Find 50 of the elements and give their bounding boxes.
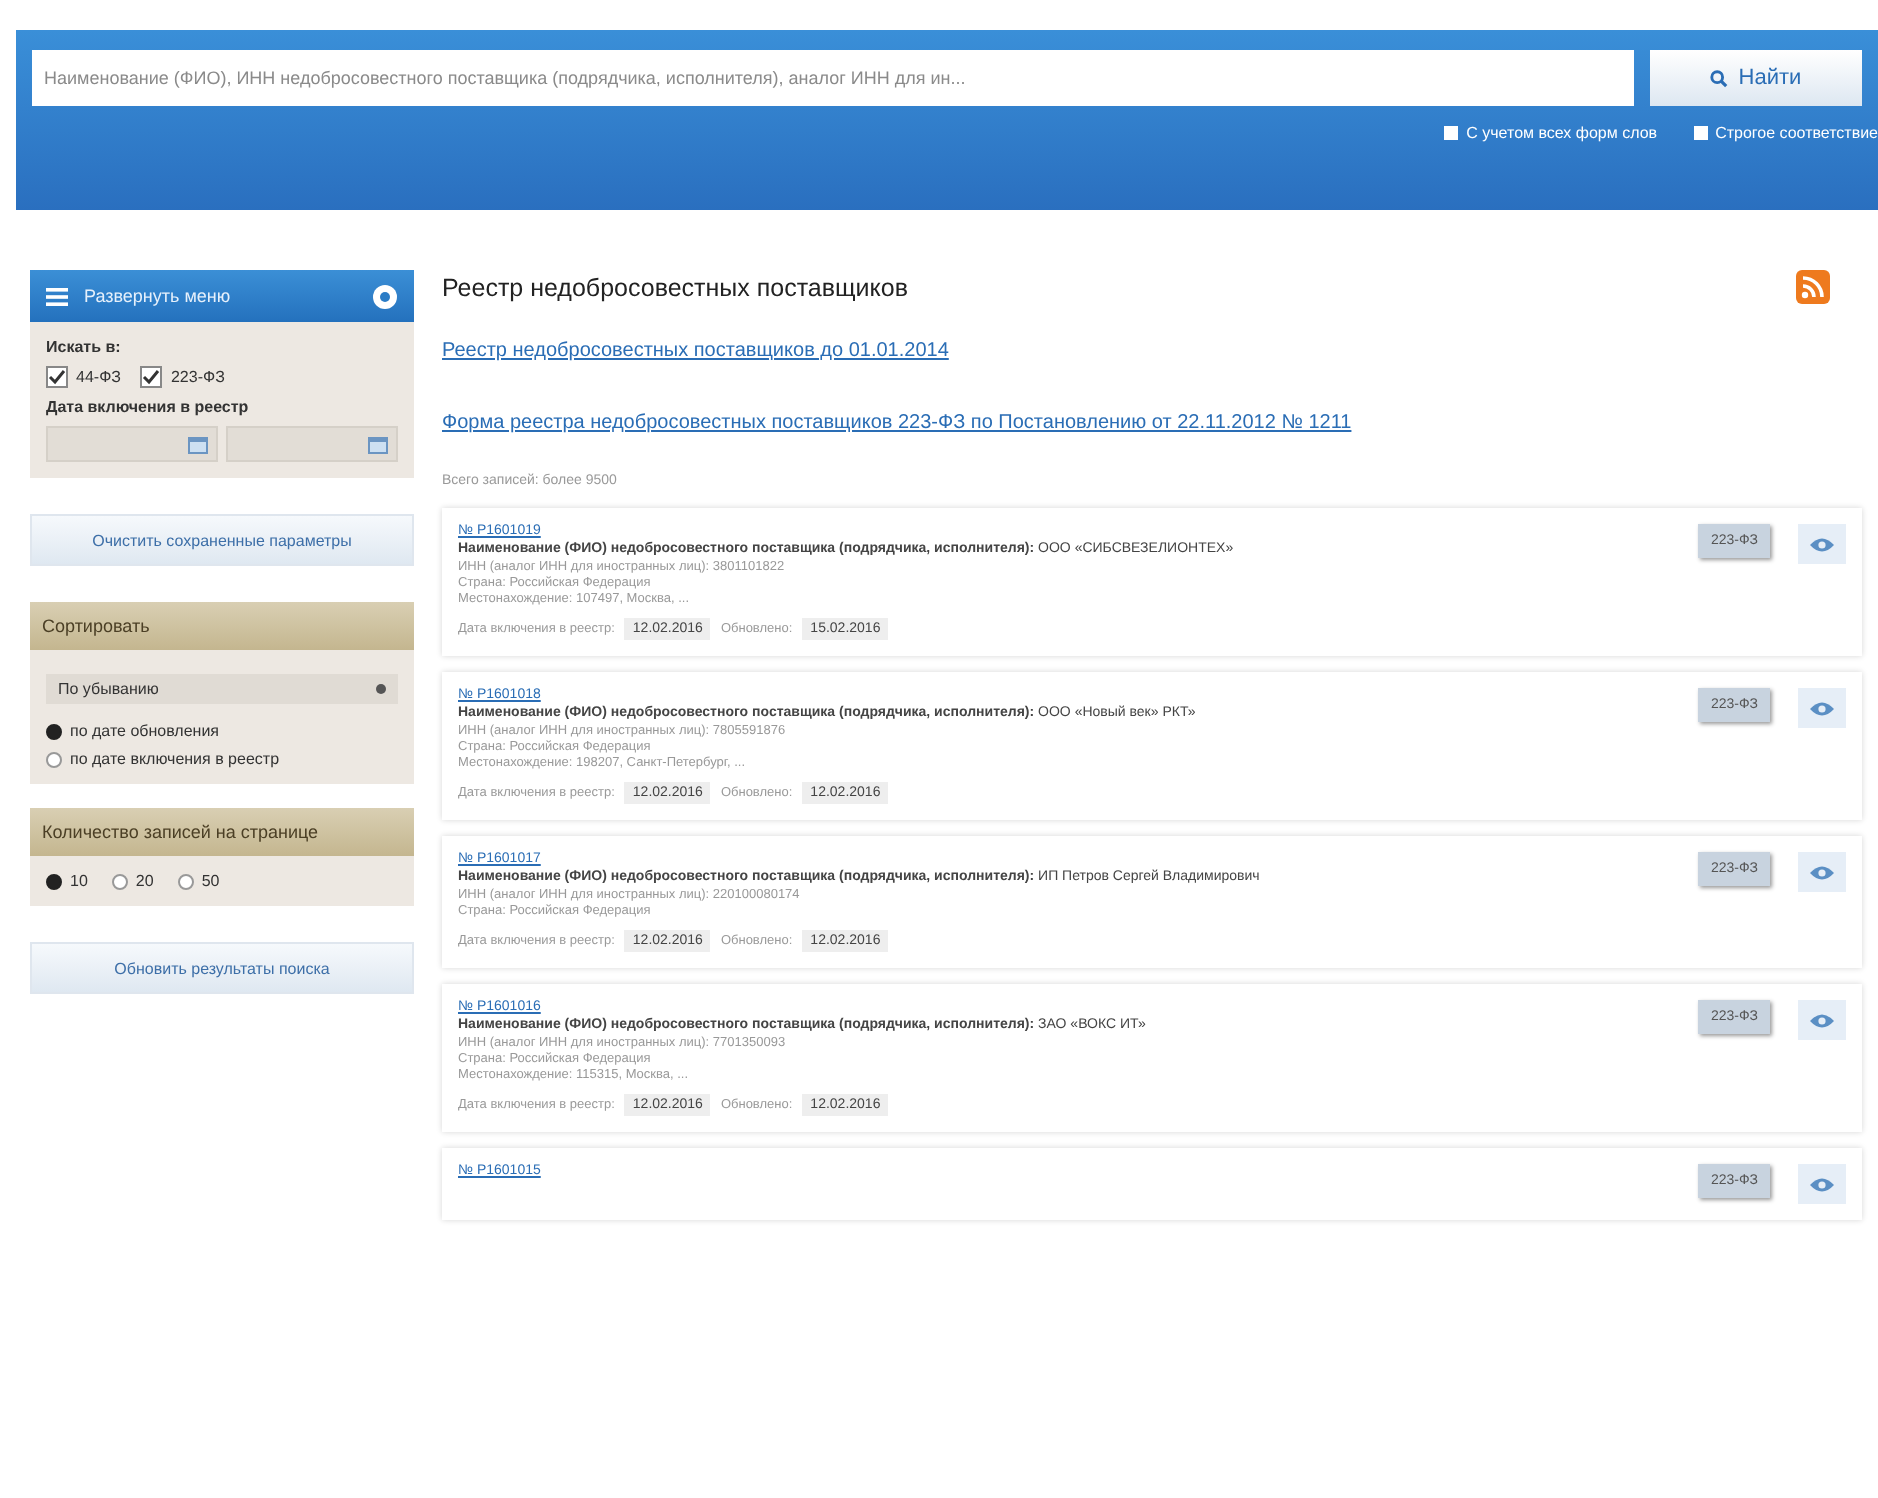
radio-button[interactable] — [111, 873, 128, 889]
search-field[interactable]: Наименование (ФИО), ИНН недобросовестного поставщика (подрядчика, исполнителя), аналог ИНН для ин... — [32, 50, 1634, 106]
search-in-label: Искать в: — [46, 338, 123, 356]
date-field[interactable] — [226, 426, 398, 462]
expand-menu-button[interactable]: Развернуть меню — [30, 270, 414, 322]
search-icon — [1710, 69, 1729, 87]
checkbox[interactable] — [46, 366, 68, 388]
eye-icon — [1808, 699, 1836, 718]
rss-icon[interactable] — [1796, 270, 1830, 304]
circle-icon — [372, 283, 398, 309]
radio-button[interactable] — [46, 751, 62, 767]
eye-icon — [1808, 863, 1836, 882]
view-button[interactable] — [1798, 524, 1846, 564]
section-header: Количество записей на странице — [30, 808, 414, 856]
calendar-icon — [368, 435, 388, 453]
checkbox[interactable] — [1444, 126, 1459, 140]
radio-button[interactable] — [46, 723, 62, 739]
registry-link[interactable]: Реестр недобросовестных поставщиков до 01.01.2014 — [442, 340, 1862, 362]
search-button[interactable]: Найти — [1650, 50, 1862, 106]
page-title: Реестр недобросовестных поставщиков — [442, 273, 908, 301]
calendar-icon — [188, 435, 208, 453]
checkbox-label: 44-ФЗ — [76, 368, 121, 386]
eye-icon — [1808, 1175, 1836, 1194]
checkbox-label: С учетом всех форм слов — [1466, 124, 1658, 142]
eye-icon — [1808, 1011, 1836, 1030]
checkbox-label: 223-ФЗ — [170, 368, 225, 386]
eye-icon — [1808, 535, 1836, 553]
radio-label: 10 — [70, 872, 88, 890]
checkbox[interactable] — [140, 366, 163, 388]
view-button[interactable] — [1798, 688, 1846, 729]
sort-dropdown[interactable]: По убыванию — [46, 674, 398, 704]
radio-label: по дате включения в реестр — [70, 750, 280, 768]
radio-button[interactable] — [177, 873, 194, 889]
radio-button[interactable] — [46, 873, 62, 889]
radio-label: по дате обновления — [70, 722, 219, 740]
refresh-button[interactable]: Обновить результаты поиска — [30, 942, 414, 994]
radio-label: 20 — [135, 872, 154, 890]
view-button[interactable] — [1798, 1164, 1846, 1205]
date-label: Дата включения в реестр — [46, 398, 251, 416]
date-field[interactable] — [46, 426, 218, 462]
dropdown-icon — [376, 684, 386, 694]
view-button[interactable] — [1798, 1000, 1846, 1041]
radio-label: 50 — [201, 872, 220, 890]
clear-button[interactable]: Очистить сохраненные параметры — [30, 514, 414, 566]
checkbox-label: Строгое соответствие — [1715, 124, 1878, 142]
registry-link[interactable]: Форма реестра недобросовестных поставщиков 223-ФЗ по Постановлению от 22.11.2012 № 1211 — [442, 412, 1862, 434]
checkbox[interactable] — [1693, 126, 1708, 140]
view-button[interactable] — [1798, 852, 1846, 893]
menu-icon — [46, 287, 68, 305]
section-header: Сортировать — [30, 602, 414, 650]
